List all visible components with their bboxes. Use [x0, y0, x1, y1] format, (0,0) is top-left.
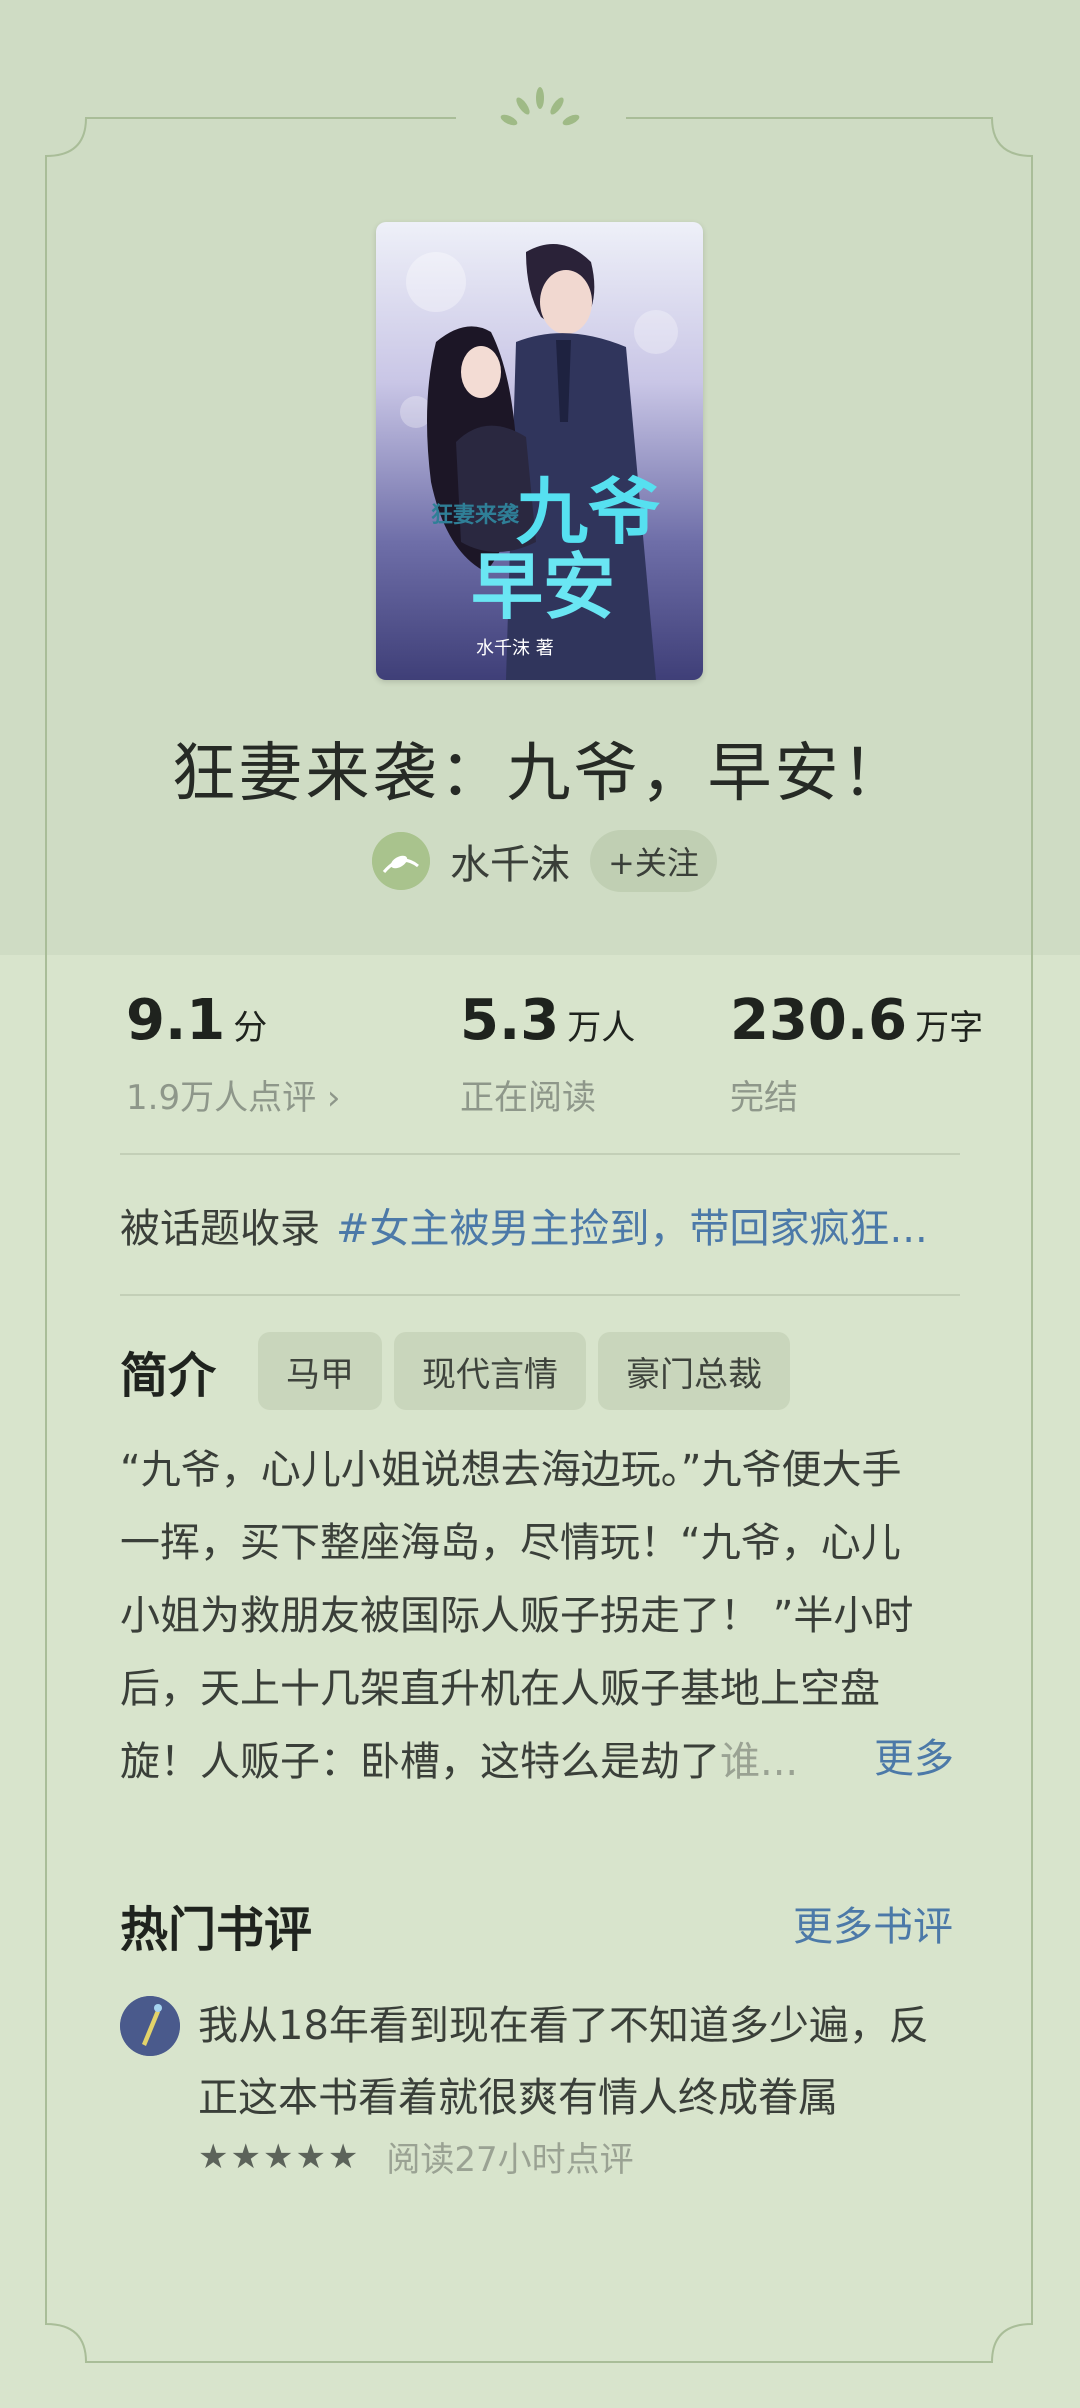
- author-name[interactable]: 水千沫: [450, 832, 570, 890]
- score-reviews-link[interactable]: 1.9万人点评 ›: [126, 1070, 340, 1119]
- author-avatar[interactable]: [372, 832, 430, 890]
- review-meta: ★★★★★ 阅读27小时点评: [198, 2132, 634, 2181]
- score-value: 9.1: [126, 988, 226, 1053]
- review-info: 阅读27小时点评: [386, 2140, 634, 2180]
- readers-value: 5.3: [460, 988, 560, 1053]
- intro-header: 简介 马甲 现代言情 豪门总裁: [120, 1332, 802, 1410]
- leaf-ornament-icon: [495, 84, 585, 134]
- intro-line: 小姐为救朋友被国际人贩子拐走了！ ”半小时: [120, 1593, 914, 1639]
- topic-link[interactable]: #女主被男主捡到，带回家疯狂...: [336, 1206, 928, 1252]
- stat-readers: 5.3 万人 正在阅读: [460, 988, 636, 1118]
- intro-text[interactable]: “九爷，心儿小姐说想去海边玩。”九爷便大手 一挥，买下整座海岛，尽情玩！“九爷，…: [120, 1434, 960, 1799]
- stat-score[interactable]: 9.1 分 1.9万人点评 ›: [126, 988, 340, 1118]
- readers-label: 正在阅读: [460, 1078, 596, 1118]
- intro-fade-text: 谁...: [720, 1739, 799, 1785]
- intro-line: 一挥，买下整座海岛，尽情玩！“九爷，心儿: [120, 1520, 901, 1566]
- rating-stars-icon: ★★★★★: [198, 2136, 361, 2177]
- status-label: 完结: [730, 1078, 798, 1118]
- intro-line: 后，天上十几架直升机在人贩子基地上空盘: [120, 1666, 880, 1712]
- author-row: 水千沫 +关注: [372, 827, 717, 895]
- intro-more-button[interactable]: 更多: [874, 1726, 954, 1784]
- topic-row[interactable]: 被话题收录 #女主被男主捡到，带回家疯狂...: [120, 1196, 928, 1254]
- tag-chip[interactable]: 马甲: [258, 1332, 383, 1410]
- intro-title: 简介: [120, 1348, 217, 1404]
- follow-button[interactable]: +关注: [590, 830, 717, 892]
- more-reviews-link[interactable]: 更多书评: [793, 1894, 953, 1952]
- intro-line: 旋！人贩子：卧槽，这特么是劫了谁...: [120, 1726, 960, 1799]
- book-title: 狂妻来袭：九爷，早安！: [171, 737, 909, 811]
- hot-reviews-title: 热门书评: [120, 1902, 313, 1958]
- score-unit: 分: [233, 1008, 268, 1048]
- tag-chip[interactable]: 现代言情: [394, 1332, 587, 1410]
- intro-last-line: 旋！人贩子：卧槽，这特么是劫了: [120, 1739, 720, 1785]
- review-text[interactable]: 我从18年看到现在看了不知道多少遍，反 正这本书看着就很爽有情人终成眷属: [198, 1990, 968, 2134]
- cover-big-title-2: 早安: [471, 544, 615, 629]
- words-value: 230.6: [730, 988, 908, 1053]
- cover-big-title-1: 九爷: [516, 469, 660, 554]
- cover-author: 水千沫 著: [476, 638, 554, 659]
- tag-chip[interactable]: 豪门总裁: [598, 1332, 791, 1410]
- reviewer-avatar[interactable]: [120, 1996, 180, 2056]
- divider: [120, 1153, 960, 1155]
- review-line: 我从18年看到现在看了不知道多少遍，反: [198, 2003, 929, 2049]
- readers-unit: 万人: [567, 1008, 636, 1048]
- words-unit: 万字: [915, 1008, 984, 1048]
- cover-small-title: 狂妻来袭: [431, 502, 520, 528]
- review-line: 正这本书看着就很爽有情人终成眷属: [198, 2075, 838, 2121]
- stat-words: 230.6 万字 完结: [730, 988, 984, 1118]
- divider: [120, 1294, 960, 1296]
- intro-line: “九爷，心儿小姐说想去海边玩。”九爷便大手: [120, 1447, 902, 1493]
- book-cover[interactable]: 狂妻来袭 九爷 早安 水千沫 著: [376, 222, 703, 680]
- topic-label: 被话题收录: [120, 1206, 320, 1252]
